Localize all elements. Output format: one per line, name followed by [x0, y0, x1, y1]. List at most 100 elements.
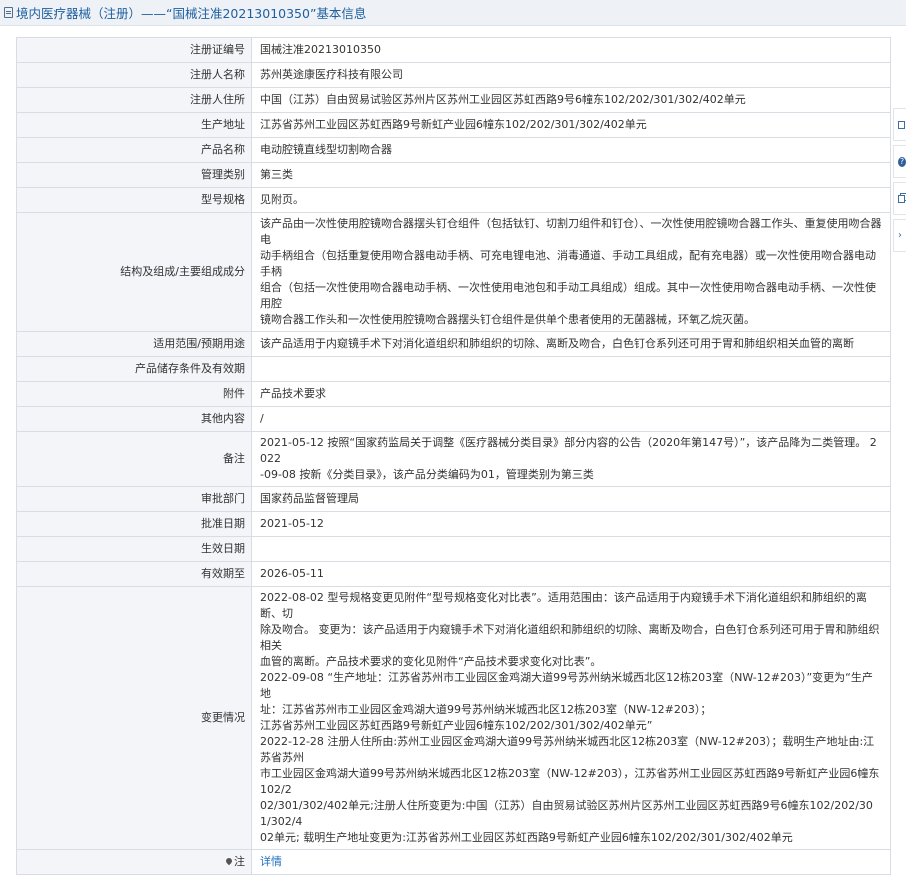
table-row: 注册人住所 中国（江苏）自由贸易试验区苏州片区苏州工业园区苏虹西路9号6幢东102…: [16, 87, 891, 113]
row-value-line: 市工业园区金鸡湖大道99号苏州纳米城西北区12栋203室（NW-12#203），…: [260, 767, 880, 796]
row-value: 江苏省苏州工业园区苏虹西路9号新虹产业园6幢东102/202/301/302/4…: [251, 112, 891, 138]
row-value-line: 苏州英途康医疗科技有限公司: [260, 68, 403, 81]
row-label: 有效期至: [16, 561, 252, 587]
row-value-line: 除及吻合。 变更为：该产品适用于内窥镜手术下对消化道组织和肺组织的切除、离断及吻…: [260, 623, 880, 652]
row-label: 产品名称: [16, 137, 252, 163]
row-value-line: 血管的离断。产品技术要求的变化见附件“产品技术要求变化对比表”。: [260, 655, 602, 668]
table-row: 管理类别 第三类: [16, 162, 891, 188]
row-value: 产品技术要求: [251, 381, 891, 407]
row-value-line: 2022-12-28 注册人住所由:苏州工业园区金鸡湖大道99号苏州纳米城西北区…: [260, 735, 875, 764]
copy-icon: [898, 194, 905, 203]
row-value-line: 见附页。: [260, 193, 304, 206]
row-value-line: 国家药品监督管理局: [260, 492, 359, 505]
row-value-line: 动手柄组合（包括重复使用吻合器电动手柄、可充电锂电池、消毒通道、手动工具组成，配…: [260, 249, 876, 278]
details-link[interactable]: 详情: [260, 855, 282, 868]
row-label: 生产地址: [16, 112, 252, 138]
row-value-line: 镜吻合器工作头和一次性使用腔镜吻合器摆头钉仓组件是供单个患者使用的无菌器械，环氧…: [260, 313, 755, 326]
row-value: 2026-05-11: [251, 561, 891, 587]
row-value-line: 该产品适用于内窥镜手术下对消化道组织和肺组织的切除、离断及吻合，白色钉仓系列还可…: [260, 337, 854, 350]
row-value: 2022-08-02 型号规格变更见附件“型号规格变化对比表”。适用范围由：该产…: [251, 586, 891, 850]
row-label: 备注: [16, 431, 252, 487]
note-value-cell: 详情: [251, 849, 891, 875]
table-row: 备注 2021-05-12 按照“国家药监局关于调整《医疗器械分类目录》部分内容的…: [16, 431, 891, 487]
table-row: 变更情况 2022-08-02 型号规格变更见附件“型号规格变化对比表”。适用范围…: [16, 586, 891, 850]
row-value: 该产品适用于内窥镜手术下对消化道组织和肺组织的切除、离断及吻合，白色钉仓系列还可…: [251, 331, 891, 357]
pin-icon: [224, 856, 234, 866]
side-expand-button[interactable]: ›: [893, 219, 906, 252]
row-label: 产品储存条件及有效期: [16, 356, 252, 382]
row-value-line: 国械注准20213010350: [260, 43, 381, 56]
table-row-note: 注 详情: [16, 849, 891, 875]
row-label: 注册人住所: [16, 87, 252, 113]
row-label: 适用范围/预期用途: [16, 331, 252, 357]
row-value-line: 02单元; 载明生产地址变更为:江苏省苏州工业园区苏虹西路9号新虹产业园6幢东1…: [260, 831, 793, 844]
table-row: 附件 产品技术要求: [16, 381, 891, 407]
table-row: 审批部门 国家药品监督管理局: [16, 486, 891, 512]
note-label-cell: 注: [16, 849, 252, 875]
row-value: 电动腔镜直线型切割吻合器: [251, 137, 891, 163]
row-label: 结构及组成/主要组成成分: [16, 212, 252, 332]
row-value: 国械注准20213010350: [251, 37, 891, 63]
row-value: [251, 356, 891, 382]
row-value-line: 02/301/302/402单元;注册人住所变更为:中国（江苏）自由贸易试验区苏…: [260, 799, 873, 828]
row-value: 见附页。: [251, 187, 891, 213]
row-value: 该产品由一次性使用腔镜吻合器摆头钉仓组件（包括钛钉、切割刀组件和钉仓）、一次性使…: [251, 212, 891, 332]
row-value-line: 江苏省苏州工业园区苏虹西路9号新虹产业园6幢东102/202/301/302/4…: [260, 118, 647, 131]
table-row: 产品名称 电动腔镜直线型切割吻合器: [16, 137, 891, 163]
row-label: 生效日期: [16, 536, 252, 562]
help-icon: ?: [898, 156, 906, 167]
row-value-line: 2022-09-08 “生产地址：江苏省苏州市工业园区金鸡湖大道99号苏州纳米城…: [260, 671, 873, 700]
table-row: 其他内容 /: [16, 406, 891, 432]
row-label: 管理类别: [16, 162, 252, 188]
row-value-line: 该产品由一次性使用腔镜吻合器摆头钉仓组件（包括钛钉、切割刀组件和钉仓）、一次性使…: [260, 217, 882, 246]
page-title: 境内医疗器械（注册）——“国械注准20213010350”基本信息: [16, 6, 367, 21]
info-table-body: 注册证编号 国械注准20213010350 注册人名称 苏州英途康医疗科技有限公司 注册…: [16, 37, 891, 875]
table-row: 产品储存条件及有效期: [16, 356, 891, 382]
table-row: 批准日期 2021-05-12: [16, 511, 891, 537]
row-value-line: 2021-05-12 按照“国家药监局关于调整《医疗器械分类目录》部分内容的公告…: [260, 436, 877, 465]
row-label: 注册人名称: [16, 62, 252, 88]
table-row: 生效日期: [16, 536, 891, 562]
row-value: /: [251, 406, 891, 432]
page-header: 境内医疗器械（注册）——“国械注准20213010350”基本信息: [0, 0, 906, 26]
row-value: 国家药品监督管理局: [251, 486, 891, 512]
table-row: 注册人名称 苏州英途康医疗科技有限公司: [16, 62, 891, 88]
note-label: 注: [234, 855, 245, 868]
table-row: 生产地址 江苏省苏州工业园区苏虹西路9号新虹产业园6幢东102/202/301/3…: [16, 112, 891, 138]
row-value-line: /: [260, 412, 264, 425]
row-value-line: 江苏省苏州工业园区苏虹西路9号新虹产业园6幢东102/202/301/302/4…: [260, 719, 653, 732]
side-help-button[interactable]: ?: [893, 145, 906, 178]
row-value: [251, 536, 891, 562]
table-row: 有效期至 2026-05-11: [16, 561, 891, 587]
row-value-line: 电动腔镜直线型切割吻合器: [260, 143, 392, 156]
info-table: 注册证编号 国械注准20213010350 注册人名称 苏州英途康医疗科技有限公司 注册…: [16, 37, 891, 875]
side-copy-button[interactable]: [893, 182, 906, 215]
row-label: 其他内容: [16, 406, 252, 432]
row-label: 审批部门: [16, 486, 252, 512]
row-value-line: 2021-05-12: [260, 517, 324, 530]
table-row: 适用范围/预期用途 该产品适用于内窥镜手术下对消化道组织和肺组织的切除、离断及吻合…: [16, 331, 891, 357]
row-value-line: 第三类: [260, 168, 293, 181]
row-label: 附件: [16, 381, 252, 407]
row-label: 注册证编号: [16, 37, 252, 63]
row-label: 型号规格: [16, 187, 252, 213]
row-value: 第三类: [251, 162, 891, 188]
row-value-line: 产品技术要求: [260, 387, 326, 400]
row-value-line: -09-08 按新《分类目录》，该产品分类编码为01，管理类别为第三类: [260, 468, 594, 481]
row-label: 变更情况: [16, 586, 252, 850]
edit-icon: [898, 120, 905, 129]
row-value-line: 2022-08-02 型号规格变更见附件“型号规格变化对比表”。适用范围由：该产…: [260, 591, 867, 620]
table-row: 注册证编号 国械注准20213010350: [16, 37, 891, 63]
side-edit-button[interactable]: [893, 108, 906, 141]
side-toolbar: ? ›: [893, 108, 906, 256]
row-value-line: 2026-05-11: [260, 567, 324, 580]
row-value: 中国（江苏）自由贸易试验区苏州片区苏州工业园区苏虹西路9号6幢东102/202/…: [251, 87, 891, 113]
row-value-line: 组合（包括一次性使用吻合器电动手柄、一次性使用电池包和手动工具组成）组成。其中一…: [260, 281, 876, 310]
row-value-line: 中国（江苏）自由贸易试验区苏州片区苏州工业园区苏虹西路9号6幢东102/202/…: [260, 93, 746, 106]
row-label: 批准日期: [16, 511, 252, 537]
row-value-line: 址：江苏省苏州市工业园区金鸡湖大道99号苏州纳米城西北区12栋203室（NW-1…: [260, 703, 712, 716]
row-value: 2021-05-12: [251, 511, 891, 537]
row-value: 苏州英途康医疗科技有限公司: [251, 62, 891, 88]
document-icon: [4, 7, 13, 18]
table-row: 结构及组成/主要组成成分 该产品由一次性使用腔镜吻合器摆头钉仓组件（包括钛钉、切割…: [16, 212, 891, 332]
